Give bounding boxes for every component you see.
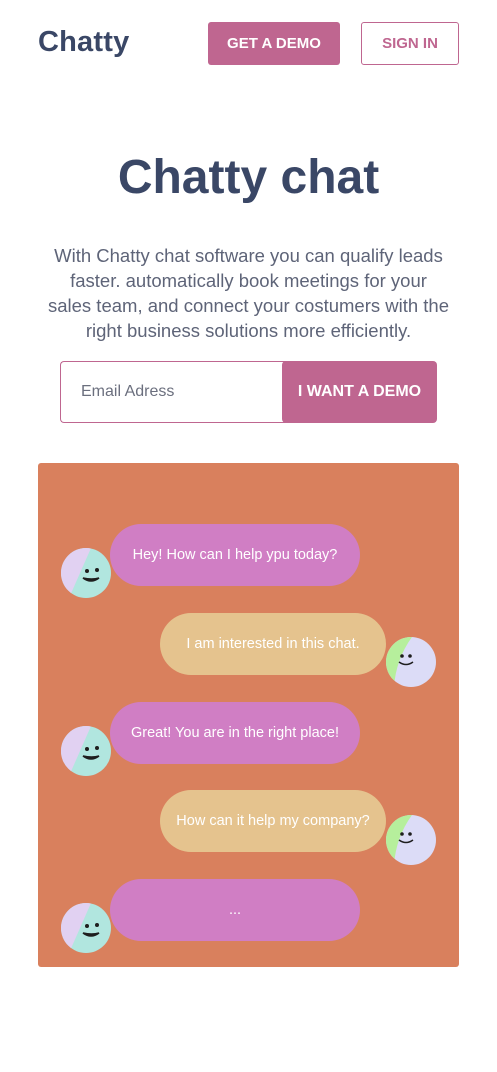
- chat-message-user: I am interested in this chat.: [160, 613, 386, 675]
- bot-avatar-icon: [61, 548, 111, 598]
- demo-signup-form: I WANT A DEMO: [60, 361, 437, 423]
- hero-subtitle: With Chatty chat software you can qualif…: [47, 245, 450, 341]
- logo[interactable]: Chatty: [38, 26, 129, 59]
- page-title: Chatty chat: [117, 151, 380, 204]
- user-avatar-icon: [386, 637, 436, 687]
- bot-avatar-icon: [61, 903, 111, 953]
- chat-message-bot: Great! You are in the right place!: [110, 702, 360, 764]
- sign-in-button[interactable]: SIGN IN: [361, 22, 459, 65]
- bot-avatar-icon: [61, 726, 111, 776]
- site-header: Chatty GET A DEMO SIGN IN: [0, 0, 497, 90]
- want-demo-button[interactable]: I WANT A DEMO: [282, 361, 437, 423]
- get-demo-button[interactable]: GET A DEMO: [208, 22, 340, 65]
- user-avatar-icon: [386, 815, 436, 865]
- chat-message-bot: Hey! How can I help ypu today?: [110, 524, 360, 586]
- email-input[interactable]: [60, 361, 300, 423]
- chat-preview: Hey! How can I help ypu today? I am inte…: [38, 463, 459, 967]
- chat-message-user: How can it help my company?: [160, 790, 386, 852]
- chat-typing-indicator: ...: [110, 879, 360, 941]
